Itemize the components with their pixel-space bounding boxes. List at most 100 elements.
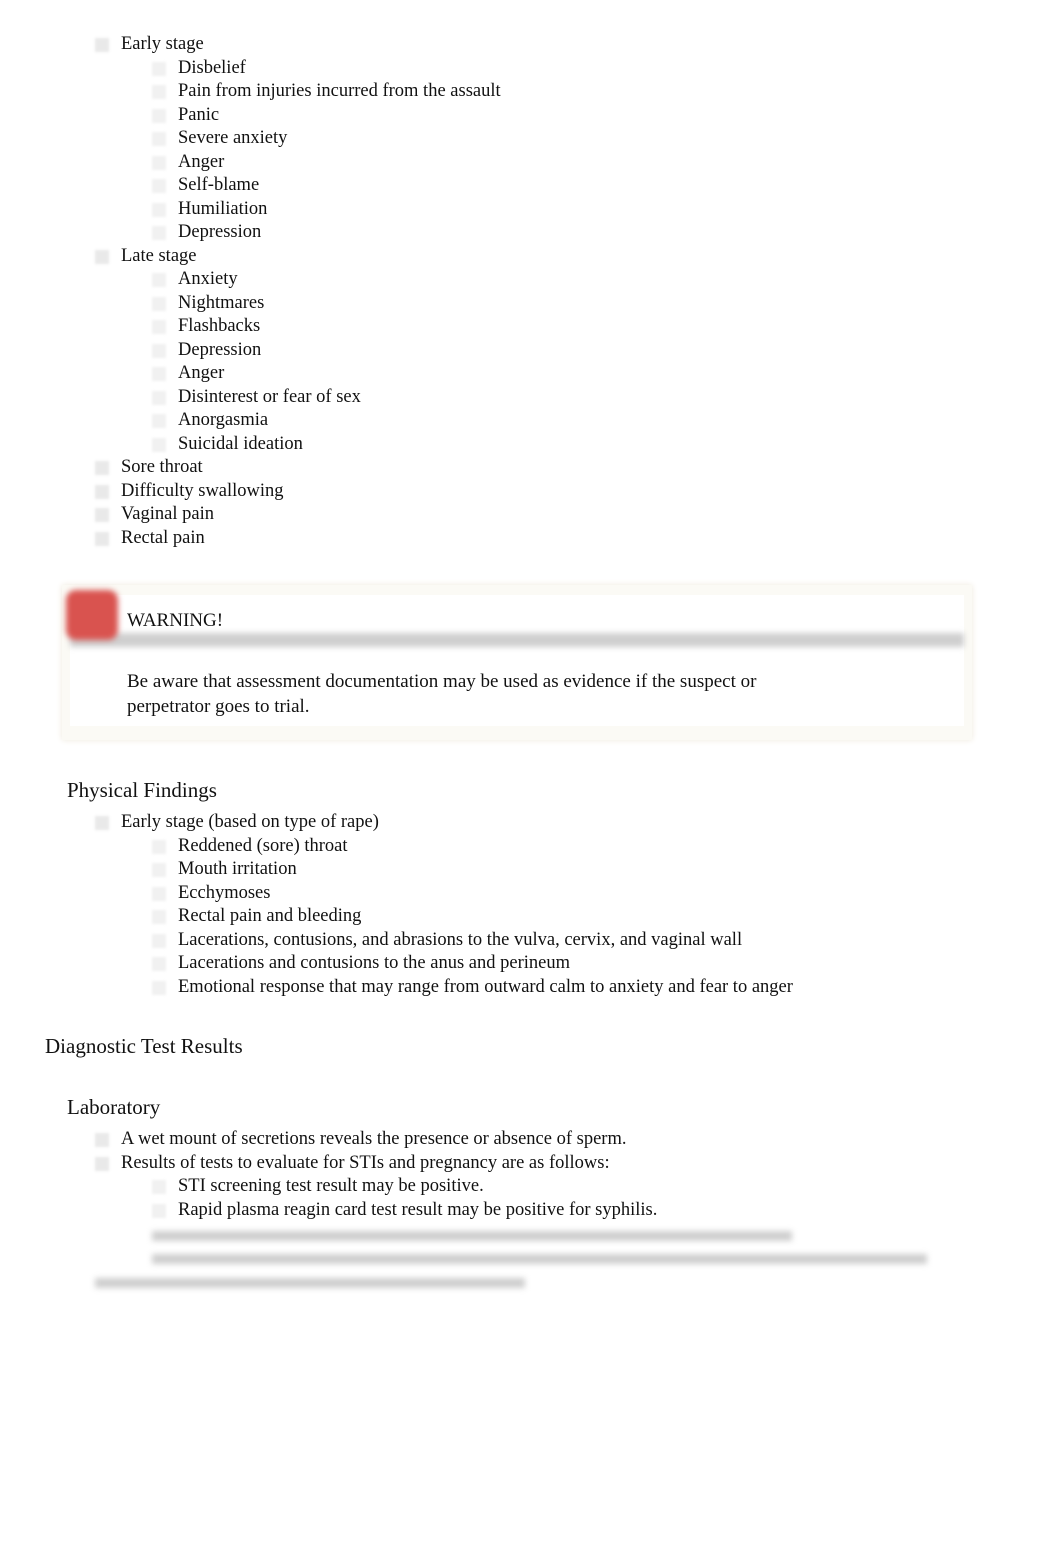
- bullet-icon: [152, 320, 166, 334]
- laboratory-heading: Laboratory: [67, 1095, 161, 1119]
- bullet-icon: [95, 531, 109, 546]
- sub-list-item: STI screening test result may be positiv…: [0, 1175, 1062, 1199]
- sub-list-item: Suicidal ideation: [0, 433, 1062, 457]
- bullet-icon: [152, 980, 166, 995]
- bullet-icon: [152, 296, 166, 311]
- sub-list-item-label: Reddened (sore) throat: [178, 835, 348, 856]
- bullet-icon: [95, 1133, 109, 1147]
- bullet-icon: [152, 226, 166, 240]
- list-item-label: Vaginal pain: [121, 504, 214, 524]
- bullet-icon: [152, 863, 166, 877]
- sub-list-item-label: Rectal pain and bleeding: [178, 906, 362, 926]
- sub-list-item-label: Humiliation: [178, 198, 268, 219]
- sub-list-item-label: Suicidal ideation: [178, 433, 303, 454]
- bullet-icon: [152, 933, 166, 948]
- sub-list-item: Severe anxiety: [0, 127, 1062, 151]
- sub-list-item: Anger: [0, 151, 1062, 175]
- bullet-icon: [152, 957, 166, 971]
- sub-list-item: Reddened (sore) throat: [0, 835, 1062, 859]
- sub-list-item: Panic: [0, 104, 1062, 128]
- bullet-icon: [152, 343, 166, 358]
- list-item: Early stage (based on type of rape): [0, 811, 1062, 835]
- bullet-icon: [95, 1156, 109, 1171]
- sub-list-item-label: Rapid plasma reagin card test result may…: [178, 1199, 658, 1220]
- bullet-icon: [95, 816, 109, 830]
- sub-list-item: Rapid plasma reagin card test result may…: [0, 1199, 1062, 1223]
- list-item: Early stage: [0, 33, 1062, 57]
- sub-list-item: Rectal pain and bleeding: [0, 905, 1062, 929]
- physical-findings-heading: Physical Findings: [67, 778, 217, 802]
- bullet-icon: [152, 367, 166, 381]
- sub-list-item: Depression: [0, 339, 1062, 363]
- list-item-label: Difficulty swallowing: [121, 480, 284, 501]
- bullet-icon: [152, 1180, 166, 1194]
- list-item: Difficulty swallowing: [0, 480, 1062, 504]
- list-item-label: Rectal pain: [121, 527, 205, 548]
- sub-list-item: Nightmares: [0, 292, 1062, 316]
- bullet-icon: [152, 202, 166, 217]
- sub-list-item-label: Emotional response that may range from o…: [178, 976, 793, 997]
- sub-list-item-label: Panic: [178, 104, 220, 125]
- sub-list-item-label: Lacerations and contusions to the anus a…: [178, 953, 570, 973]
- sub-list-item-label: Severe anxiety: [178, 128, 288, 148]
- bullet-icon: [152, 108, 166, 123]
- bullet-icon: [152, 437, 166, 452]
- bullet-icon: [152, 910, 166, 924]
- sub-list-item: Humiliation: [0, 198, 1062, 222]
- sub-list-item-label: Depression: [178, 339, 262, 360]
- sub-list-item: Disbelief: [0, 57, 1062, 81]
- bullet-icon: [152, 273, 166, 287]
- sub-list-item-label: Lacerations, contusions, and abrasions t…: [178, 929, 743, 950]
- sub-list-item: Anorgasmia: [0, 409, 1062, 433]
- sub-list-item: Self-blame: [0, 174, 1062, 198]
- bullet-icon: [95, 508, 109, 522]
- bullet-icon: [152, 155, 166, 170]
- sub-list-item-label: Anger: [178, 363, 225, 383]
- list-item: A wet mount of secretions reveals the pr…: [0, 1128, 1062, 1152]
- sub-list-item: Pain from injuries incurred from the ass…: [0, 80, 1062, 104]
- blurred-content: [152, 1254, 927, 1264]
- sub-list-item: Depression: [0, 221, 1062, 245]
- list-item-label: Results of tests to evaluate for STIs an…: [121, 1152, 610, 1173]
- sub-list-item: Emotional response that may range from o…: [0, 976, 1062, 1000]
- sub-list-item-label: STI screening test result may be positiv…: [178, 1176, 484, 1196]
- sub-list-item: Disinterest or fear of sex: [0, 386, 1062, 410]
- sub-list-item-label: Mouth irritation: [178, 859, 297, 879]
- sub-list-item-label: Nightmares: [178, 292, 265, 313]
- sub-list-item-label: Anorgasmia: [178, 410, 269, 430]
- blurred-content: [152, 1231, 792, 1241]
- sub-list-item-label: Ecchymoses: [178, 882, 271, 903]
- laboratory-list: A wet mount of secretions reveals the pr…: [0, 1128, 1062, 1222]
- bullet-icon: [152, 839, 166, 854]
- sub-list-item-label: Flashbacks: [178, 316, 261, 336]
- sub-list-item: Mouth irritation: [0, 858, 1062, 882]
- list-item-label: Early stage (based on type of rape): [121, 812, 379, 832]
- list-item-label: Early stage: [121, 34, 204, 54]
- warning-header-bar: [70, 633, 964, 647]
- warning-icon: [66, 590, 118, 640]
- warning-box: WARNING! Be aware that assessment docume…: [62, 585, 972, 740]
- list-item: Late stage: [0, 245, 1062, 269]
- sub-list-item: Lacerations, contusions, and abrasions t…: [0, 929, 1062, 953]
- blurred-content: [95, 1278, 525, 1288]
- warning-body: Be aware that assessment documentation m…: [127, 671, 757, 717]
- symptoms-list: Early stage Disbelief Pain from injuries i…: [0, 33, 1062, 550]
- sub-list-item: Ecchymoses: [0, 882, 1062, 906]
- bullet-icon: [152, 61, 166, 76]
- list-item-label: Late stage: [121, 245, 197, 266]
- diagnostic-heading: Diagnostic Test Results: [45, 1034, 243, 1058]
- sub-list-item: Anger: [0, 362, 1062, 386]
- physical-findings-list: Early stage (based on type of rape) Redde…: [0, 811, 1062, 999]
- sub-list-item-label: Disinterest or fear of sex: [178, 386, 361, 407]
- bullet-icon: [95, 38, 109, 52]
- sub-list-item-label: Anxiety: [178, 269, 238, 289]
- sub-list-item-label: Self-blame: [178, 175, 260, 195]
- sub-list-item: Flashbacks: [0, 315, 1062, 339]
- list-item-label: Sore throat: [121, 457, 203, 477]
- list-item: Rectal pain: [0, 527, 1062, 551]
- list-item: Vaginal pain: [0, 503, 1062, 527]
- sub-list-item-label: Depression: [178, 222, 262, 242]
- bullet-icon: [152, 1203, 166, 1218]
- sub-list-item-label: Disbelief: [178, 57, 246, 78]
- bullet-icon: [152, 85, 166, 99]
